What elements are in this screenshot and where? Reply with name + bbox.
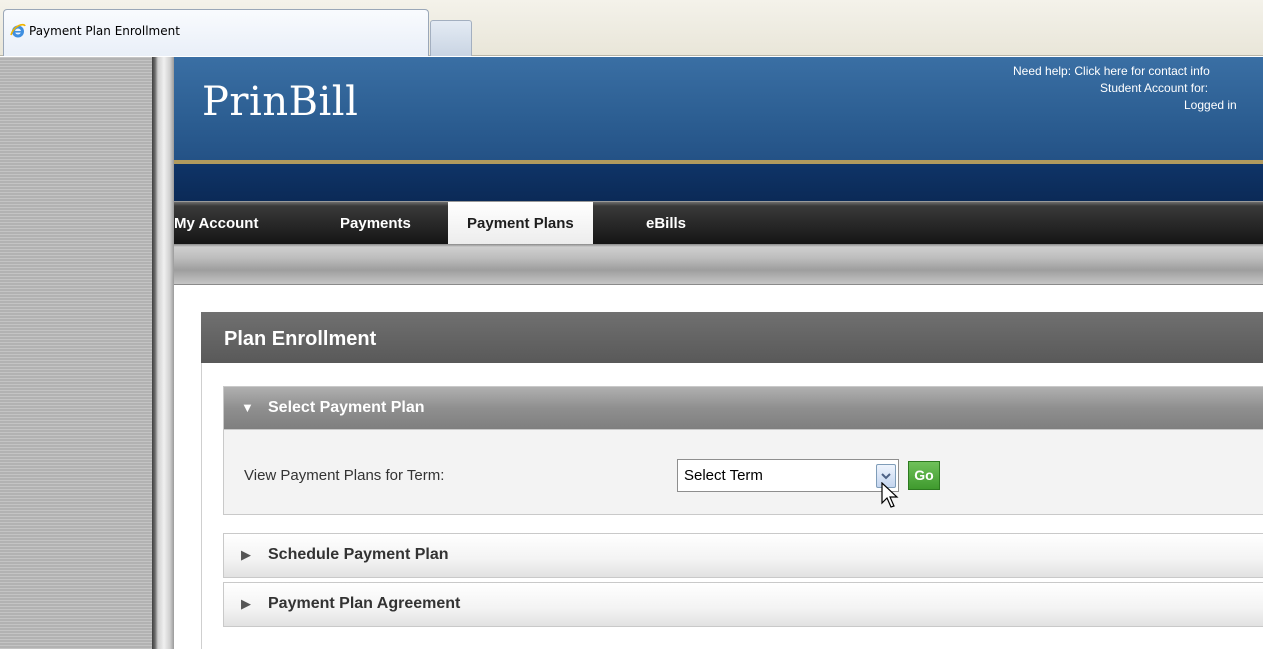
section-label: Schedule Payment Plan bbox=[268, 546, 449, 563]
term-select-dropdown-button[interactable] bbox=[876, 464, 896, 488]
section-schedule-payment-plan: ▶ Schedule Payment Plan bbox=[223, 533, 1263, 578]
page-title: Plan Enrollment bbox=[224, 328, 377, 350]
go-button[interactable]: Go bbox=[908, 461, 940, 490]
nav-ebills[interactable]: eBills bbox=[646, 215, 686, 232]
collapsed-arrow-icon: ▶ bbox=[241, 547, 251, 562]
main-nav: My Account Payments Payment Plans eBills bbox=[174, 201, 1263, 245]
left-gutter bbox=[0, 57, 152, 649]
term-select[interactable]: Select Term bbox=[677, 459, 899, 492]
section-header-payment-plan-agreement[interactable]: ▶ Payment Plan Agreement bbox=[224, 583, 1263, 626]
student-account-label: Student Account for: bbox=[1100, 81, 1209, 95]
nav-my-account[interactable]: My Account bbox=[174, 215, 258, 232]
nav-payments[interactable]: Payments bbox=[340, 215, 411, 232]
collapsed-arrow-icon: ▶ bbox=[241, 596, 251, 611]
site-header: PrinBill Need help: Click here for conta… bbox=[174, 57, 1263, 160]
section-payment-plan-agreement: ▶ Payment Plan Agreement bbox=[223, 582, 1263, 627]
nav-payment-plans[interactable]: Payment Plans bbox=[448, 202, 593, 245]
page-frame-edge bbox=[152, 57, 174, 649]
term-label: View Payment Plans for Term: bbox=[244, 467, 445, 484]
term-select-value: Select Term bbox=[684, 467, 763, 484]
chevron-down-icon bbox=[881, 473, 891, 480]
section-label: Payment Plan Agreement bbox=[268, 595, 461, 612]
logged-in-label: Logged in bbox=[1184, 98, 1237, 112]
section-header-select-payment-plan[interactable]: ▼ Select Payment Plan bbox=[224, 387, 1263, 429]
panel-header: Plan Enrollment bbox=[201, 312, 1263, 363]
expanded-arrow-icon: ▼ bbox=[241, 400, 254, 415]
site-logo[interactable]: PrinBill bbox=[202, 79, 358, 125]
section-header-schedule-payment-plan[interactable]: ▶ Schedule Payment Plan bbox=[224, 534, 1263, 577]
browser-tab-title: Payment Plan Enrollment bbox=[29, 24, 180, 38]
header-info: Need help: Click here for contact info S… bbox=[1003, 63, 1263, 114]
section-label: Select Payment Plan bbox=[268, 399, 425, 416]
section-body-select-payment-plan: View Payment Plans for Term: Select Term… bbox=[224, 429, 1263, 514]
header-band bbox=[174, 164, 1263, 201]
ie-icon bbox=[10, 23, 26, 38]
new-tab-button[interactable] bbox=[430, 20, 472, 56]
sub-nav-bar bbox=[174, 244, 1263, 285]
help-link[interactable]: Need help: Click here for contact info bbox=[1003, 63, 1263, 80]
browser-tab-strip: Payment Plan Enrollment bbox=[0, 0, 1263, 56]
browser-tab-active[interactable]: Payment Plan Enrollment bbox=[3, 9, 429, 56]
section-select-payment-plan: ▼ Select Payment Plan View Payment Plans… bbox=[223, 386, 1263, 515]
